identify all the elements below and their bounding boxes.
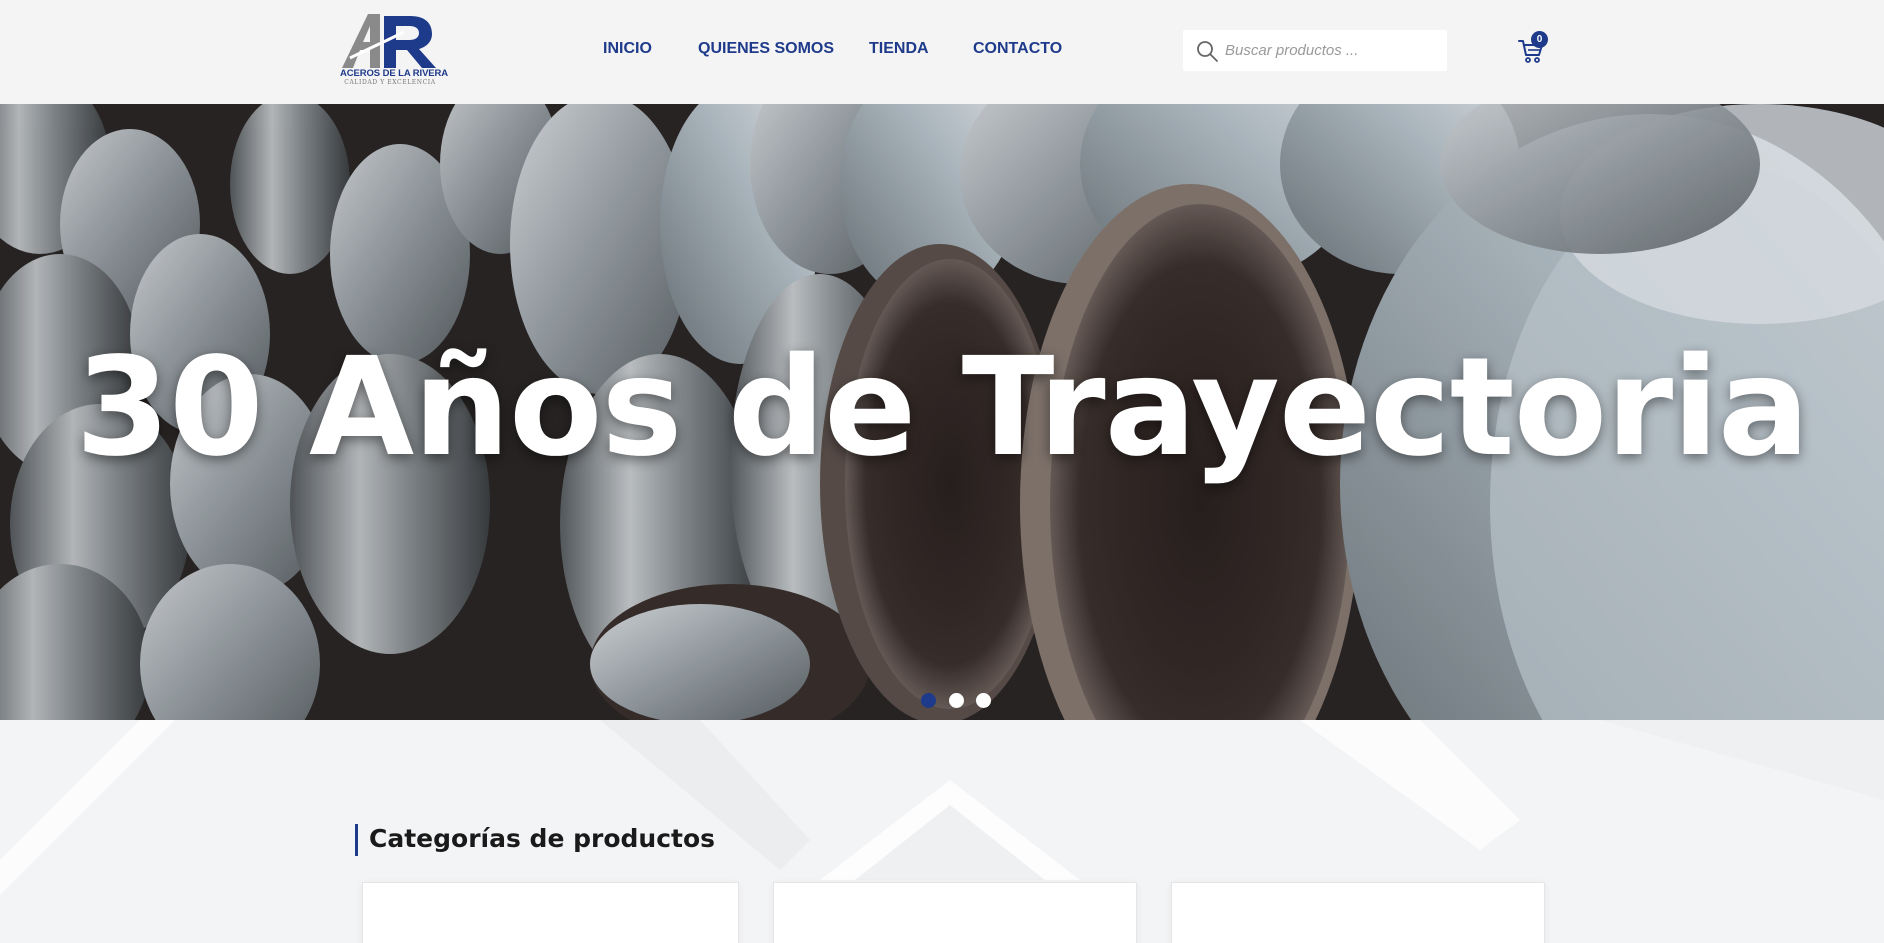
section-title-accent xyxy=(355,824,358,856)
search-input[interactable] xyxy=(1225,30,1439,71)
section-title: Categorías de productos xyxy=(369,824,716,853)
hero-title: 30 Años de Trayectoria xyxy=(75,329,1809,487)
nav-item-contacto[interactable]: CONTACTO xyxy=(973,40,1062,58)
cart-count-badge[interactable]: 0 xyxy=(1531,31,1548,48)
nav-item-tienda[interactable]: TIENDA xyxy=(869,40,929,58)
search-icon[interactable] xyxy=(1195,39,1219,63)
slider-dot-3[interactable] xyxy=(976,693,991,708)
category-card[interactable] xyxy=(362,882,739,943)
slider-dot-1[interactable] xyxy=(921,693,936,708)
logo-brand-name: ACEROS DE LA RIVERA xyxy=(340,68,449,79)
site-header: ACEROS DE LA RIVERA CALIDAD Y EXCELENCIA… xyxy=(0,0,1884,104)
nav-item-inicio[interactable]: INICIO xyxy=(603,40,652,58)
site-logo[interactable]: ACEROS DE LA RIVERA CALIDAD Y EXCELENCIA xyxy=(340,12,449,86)
logo-mark-icon xyxy=(342,14,436,68)
slider-dot-2[interactable] xyxy=(949,693,964,708)
product-categories-section: Categorías de productos xyxy=(0,720,1884,943)
hero-slider: 30 Años de Trayectoria xyxy=(0,104,1884,720)
category-card[interactable] xyxy=(1171,882,1545,943)
category-card[interactable] xyxy=(773,882,1137,943)
nav-item-quienes-somos[interactable]: QUIENES SOMOS xyxy=(698,40,834,58)
logo-tagline: CALIDAD Y EXCELENCIA xyxy=(344,79,436,86)
product-search xyxy=(1183,30,1447,71)
